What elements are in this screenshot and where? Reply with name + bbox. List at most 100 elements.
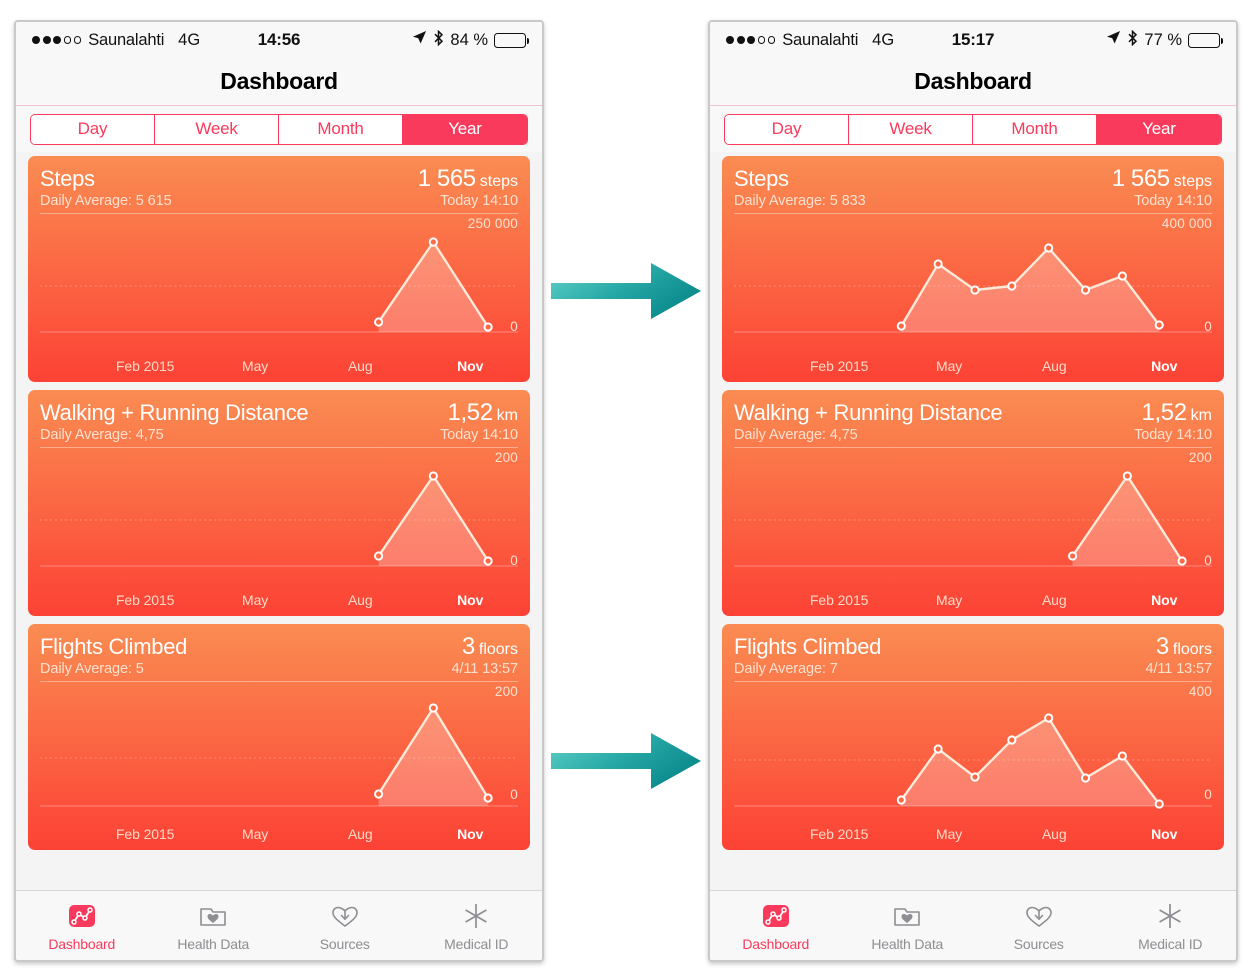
segment-week[interactable]: Week — [155, 114, 279, 144]
battery-percent-label: 77 % — [1144, 30, 1182, 49]
card-value-group: 3 floors — [462, 633, 518, 661]
tab-health-data[interactable]: Health Data — [842, 891, 974, 960]
x-label-aug: Aug — [1041, 358, 1067, 374]
tab-sources[interactable]: Sources — [973, 891, 1105, 960]
dashboard-card-list: Steps 1 565 steps Daily Average: 5 833 T… — [710, 152, 1236, 890]
card-walking-running-distance[interactable]: Walking + Running Distance 1,52 km Daily… — [28, 390, 530, 616]
segment-day[interactable]: Day — [725, 114, 849, 144]
card-daily-average: Daily Average: 4,75 — [40, 427, 164, 443]
segment-year[interactable]: Year — [403, 114, 527, 144]
chart-right-walking: 200 0 Feb 2015 May Aug Nov — [734, 448, 1212, 616]
card-title: Steps — [734, 166, 789, 191]
card-steps[interactable]: Steps 1 565 steps Daily Average: 5 833 T… — [722, 156, 1224, 382]
segment-day[interactable]: Day — [31, 114, 155, 144]
card-value-group: 1,52 km — [1142, 399, 1212, 427]
tab-health-data[interactable]: Health Data — [148, 891, 280, 960]
tab-label: Medical ID — [1138, 935, 1203, 952]
heart-download-icon — [330, 900, 360, 932]
tab-dashboard[interactable]: Dashboard — [710, 891, 842, 960]
chart-x-axis: Feb 2015 May Aug Nov — [734, 358, 1212, 380]
arrow-flights — [551, 728, 703, 794]
card-daily-average: Daily Average: 5 — [40, 661, 144, 677]
status-bar-right: 84 % — [412, 29, 530, 51]
card-flights-climbed[interactable]: Flights Climbed 3 floors Daily Average: … — [28, 624, 530, 850]
chart-y-min-label: 0 — [1204, 553, 1212, 568]
segment-year[interactable]: Year — [1097, 114, 1221, 144]
chart-left-walking: 200 0 Feb 2015 May Aug Nov — [40, 448, 518, 616]
medical-asterisk-icon — [1155, 900, 1185, 932]
chart-right-steps: 400 000 0 Feb 2015 May Aug Nov — [734, 214, 1212, 382]
x-label-nov: Nov — [1151, 358, 1178, 374]
segment-month[interactable]: Month — [279, 114, 403, 144]
period-segmented-control[interactable]: Day Week Month Year — [30, 113, 528, 145]
period-segmented-control[interactable]: Day Week Month Year — [724, 113, 1222, 145]
arrow-steps — [551, 258, 703, 324]
card-walking-running-distance[interactable]: Walking + Running Distance 1,52 km Daily… — [722, 390, 1224, 616]
navigation-bar: Dashboard — [16, 58, 542, 106]
chart-y-max-label: 400 — [1188, 684, 1212, 699]
card-steps[interactable]: Steps 1 565 steps Daily Average: 5 615 T… — [28, 156, 530, 382]
card-header: Walking + Running Distance 1,52 km Daily… — [28, 390, 530, 443]
chart-x-axis: Feb 2015 May Aug Nov — [40, 358, 518, 380]
chart-plot — [40, 471, 518, 567]
signal-strength-icon — [726, 36, 776, 44]
card-header: Steps 1 565 steps Daily Average: 5 833 T… — [722, 156, 1224, 209]
segment-month[interactable]: Month — [973, 114, 1097, 144]
card-timestamp: 4/11 13:57 — [1145, 661, 1213, 677]
carrier-label: Saunalahti — [782, 30, 859, 49]
x-label-feb: Feb 2015 — [115, 592, 175, 608]
phone-screenshot-before: Saunalahti 4G 14:56 84 % Dashboard Day W… — [14, 20, 544, 962]
chart-plot — [734, 713, 1212, 809]
tab-medical-id[interactable]: Medical ID — [1105, 891, 1237, 960]
tab-label: Dashboard — [48, 935, 116, 952]
card-daily-average: Daily Average: 7 — [734, 661, 838, 677]
card-title: Flights Climbed — [734, 634, 882, 659]
card-value-group: 1,52 km — [448, 399, 518, 427]
chart-x-axis: Feb 2015 May Aug Nov — [734, 826, 1212, 848]
segment-week[interactable]: Week — [849, 114, 973, 144]
period-segmented-control-wrap: Day Week Month Year — [710, 106, 1236, 152]
carrier-label: Saunalahti — [88, 30, 165, 49]
tab-bar: Dashboard Health Data Sources Medical ID — [16, 890, 542, 960]
card-unit: floors — [1172, 641, 1212, 658]
chart-y-max-label: 200 — [1188, 450, 1212, 465]
tab-dashboard[interactable]: Dashboard — [16, 891, 148, 960]
x-label-aug: Aug — [347, 826, 373, 842]
folder-heart-icon — [198, 900, 228, 932]
tab-label: Health Data — [177, 935, 250, 952]
chart-x-axis: Feb 2015 May Aug Nov — [734, 592, 1212, 614]
card-timestamp: 4/11 13:57 — [451, 661, 519, 677]
chart-plot — [734, 243, 1212, 333]
x-label-nov: Nov — [1151, 592, 1178, 608]
x-label-may: May — [936, 358, 963, 374]
chart-y-max-label: 200 — [494, 450, 518, 465]
chart-plot — [40, 703, 518, 807]
card-unit: steps — [479, 173, 518, 190]
card-unit: floors — [478, 641, 518, 658]
card-unit: km — [496, 407, 518, 424]
card-timestamp: Today 14:10 — [440, 427, 518, 443]
tab-medical-id[interactable]: Medical ID — [411, 891, 543, 960]
status-bar: Saunalahti 4G 15:17 77 % — [710, 22, 1236, 58]
location-arrow-icon — [1106, 30, 1121, 50]
bluetooth-icon — [433, 29, 444, 51]
card-value: 1,52 — [447, 399, 494, 426]
card-value: 1 565 — [1111, 165, 1170, 192]
tab-label: Sources — [319, 935, 370, 952]
x-label-nov: Nov — [1151, 826, 1178, 842]
tab-label: Dashboard — [742, 935, 810, 952]
card-flights-climbed[interactable]: Flights Climbed 3 floors Daily Average: … — [722, 624, 1224, 850]
status-bar-left: Saunalahti 4G — [726, 31, 894, 50]
tab-label: Health Data — [871, 935, 944, 952]
card-value-group: 1 565 steps — [1112, 165, 1212, 193]
x-label-may: May — [936, 826, 963, 842]
chart-x-axis: Feb 2015 May Aug Nov — [40, 592, 518, 614]
card-title: Steps — [40, 166, 95, 191]
card-value-group: 1 565 steps — [418, 165, 518, 193]
card-timestamp: Today 14:10 — [440, 193, 518, 209]
x-label-aug: Aug — [1041, 826, 1067, 842]
chart-y-min-label: 0 — [510, 553, 518, 568]
page-title: Dashboard — [914, 68, 1032, 94]
tab-sources[interactable]: Sources — [279, 891, 411, 960]
status-bar-right: 77 % — [1106, 29, 1224, 51]
